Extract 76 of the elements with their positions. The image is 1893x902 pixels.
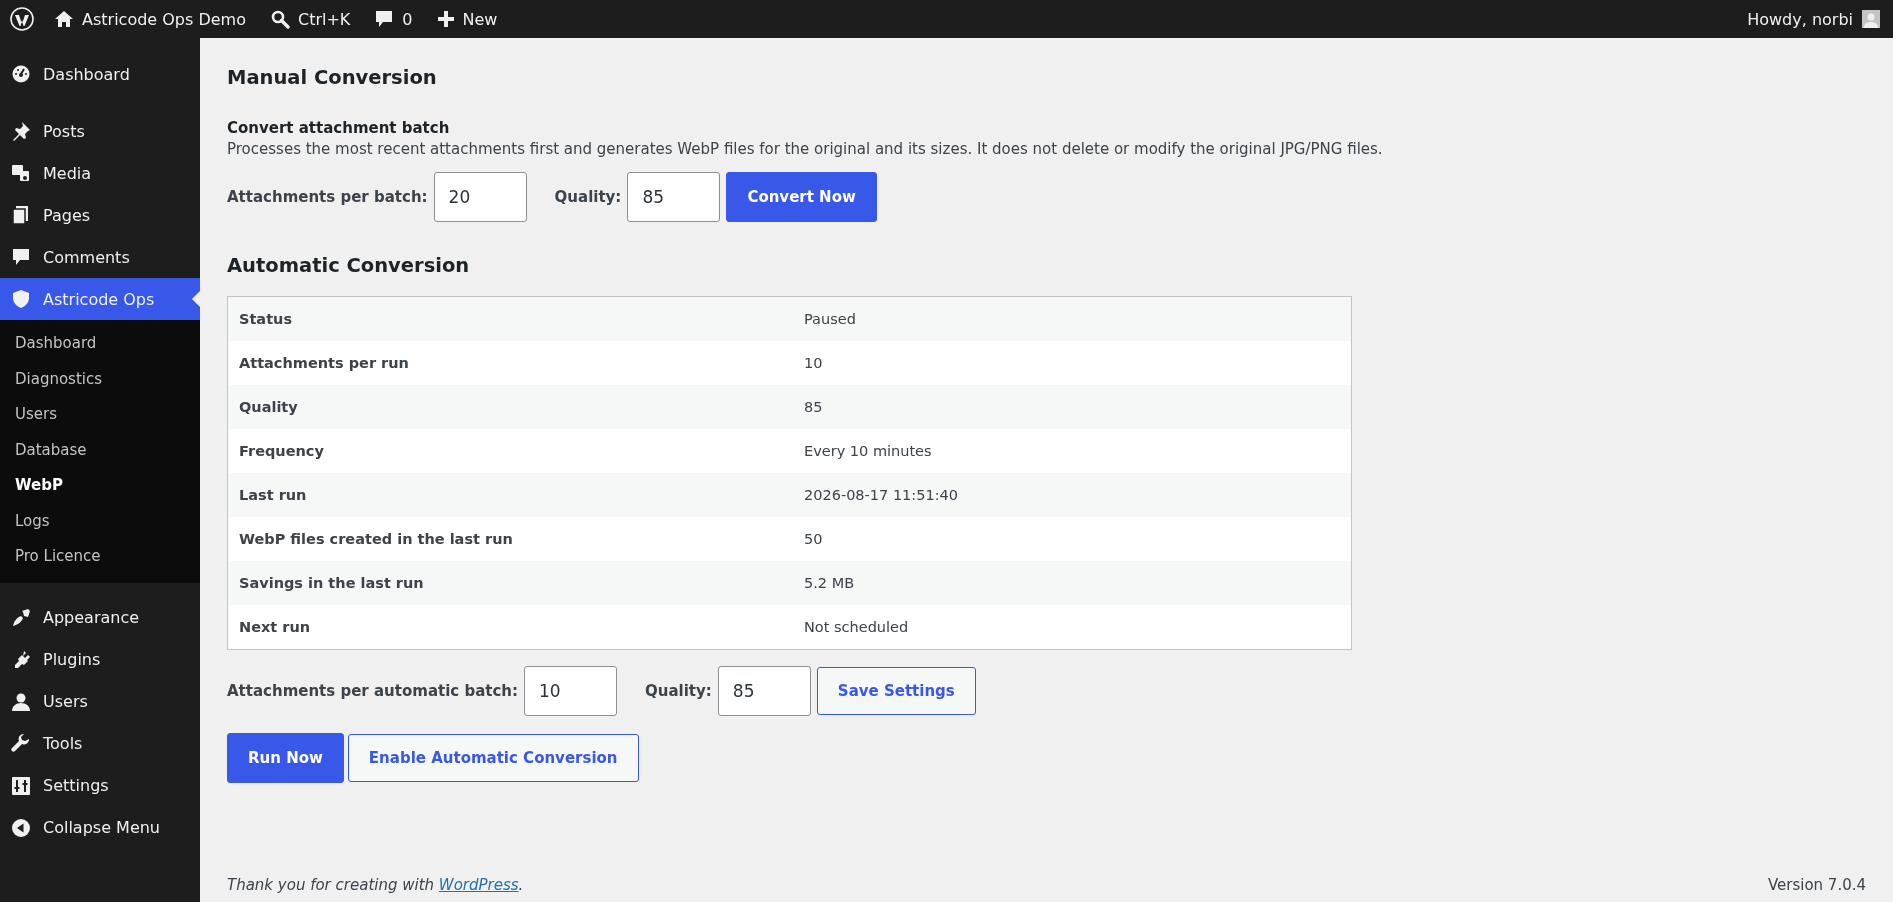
field-label: Attachments per automatic batch: [227,682,519,700]
speech-bubble-icon [11,247,31,267]
menu-item[interactable]: Media [0,152,200,194]
number-field[interactable]: 10 [524,666,618,716]
table-cell: Paused [793,296,1352,341]
description-text: Processes the most recent attachments first and generates WebP files for the original and its sizes. It does not delete or modify the original JPG/PNG files. [227,140,1384,158]
table-cell: Every 10 minutes [793,429,1352,473]
secondary-button[interactable]: Save Settings [816,667,976,715]
submenu-item[interactable]: Database [0,432,200,468]
field-label: Quality: [554,188,622,206]
collapse-menu-button[interactable]: Collapse Menu [0,806,200,849]
sliders-icon [11,775,31,796]
wrench-icon [11,733,31,754]
pages-icon [11,205,31,225]
table-cell: 10 [793,341,1352,385]
section-heading: Automatic Conversion [227,254,471,277]
menu-item[interactable]: Astricode Ops [0,278,200,320]
primary-button[interactable]: Run Now [227,733,344,783]
submenu-item[interactable]: Diagnostics [0,361,200,397]
table-cell: Frequency [227,429,793,473]
shield-icon [11,289,31,309]
new-menu-link[interactable]: New [462,9,498,29]
submenu-item[interactable]: WebP [0,468,200,504]
number-field[interactable]: 85 [627,172,721,222]
submenu-item[interactable]: Dashboard [0,326,200,362]
menu-item[interactable]: Comments [0,236,200,278]
home-icon [54,9,74,29]
menu-item[interactable]: Pages [0,194,200,236]
media-icon [11,163,31,183]
table-cell: 85 [793,385,1352,429]
submenu-item[interactable]: Pro Licence [0,539,200,575]
pushpin-icon [11,121,31,141]
comments-count[interactable]: 0 [402,9,413,29]
user-icon [11,691,31,712]
submenu-item[interactable]: Users [0,397,200,433]
submenu-item[interactable]: Logs [0,503,200,539]
search-icon [269,9,290,29]
table-cell: Next run [227,605,793,650]
current-pointer [192,291,200,307]
gauge-icon [11,64,31,84]
collapse-icon [11,817,31,838]
menu-item[interactable]: Plugins [0,638,200,681]
primary-button[interactable]: Convert Now [726,172,877,222]
subheading: Convert attachment batch [227,119,451,137]
field-label: Attachments per batch: [227,188,428,206]
table-cell: Savings in the last run [227,561,793,605]
table-cell: 2026-08-17 11:51:40 [793,473,1352,517]
table-cell: Quality [227,385,793,429]
secondary-button[interactable]: Enable Automatic Conversion [347,734,639,782]
number-field[interactable]: 20 [433,172,527,222]
table-cell: Last run [227,473,793,517]
table-cell: 5.2 MB [793,561,1352,605]
paintbrush-icon [11,607,31,628]
section-heading: Manual Conversion [227,66,438,89]
wordpress-link[interactable]: WordPress [438,876,519,894]
number-field[interactable]: 85 [717,666,811,716]
wordpress-logo-icon[interactable] [10,7,34,31]
field-label: Quality: [645,682,712,700]
menu-item[interactable]: Tools [0,722,200,765]
menu-item[interactable]: Users [0,680,200,723]
menu-item[interactable]: Appearance [0,596,200,639]
plus-icon [436,10,455,28]
table-cell: 50 [793,517,1352,561]
menu-item[interactable]: Posts [0,110,200,152]
table-cell: Attachments per run [227,341,793,385]
greeting[interactable]: Howdy, norbi [1747,9,1853,29]
footer-text: Thank you for creating with WordPress. [227,876,524,894]
menu-item[interactable]: Dashboard [0,53,200,95]
table-cell: Not scheduled [793,605,1352,650]
search-shortcut[interactable]: Ctrl+K [297,9,351,29]
table-cell: Status [227,296,793,341]
version-text: Version 7.0.4 [1767,876,1866,894]
site-name-link[interactable]: Astricode Ops Demo [82,9,246,29]
speech-bubble-icon [374,9,395,29]
table-cell: WebP files created in the last run [227,517,793,561]
menu-item[interactable]: Settings [0,764,200,807]
